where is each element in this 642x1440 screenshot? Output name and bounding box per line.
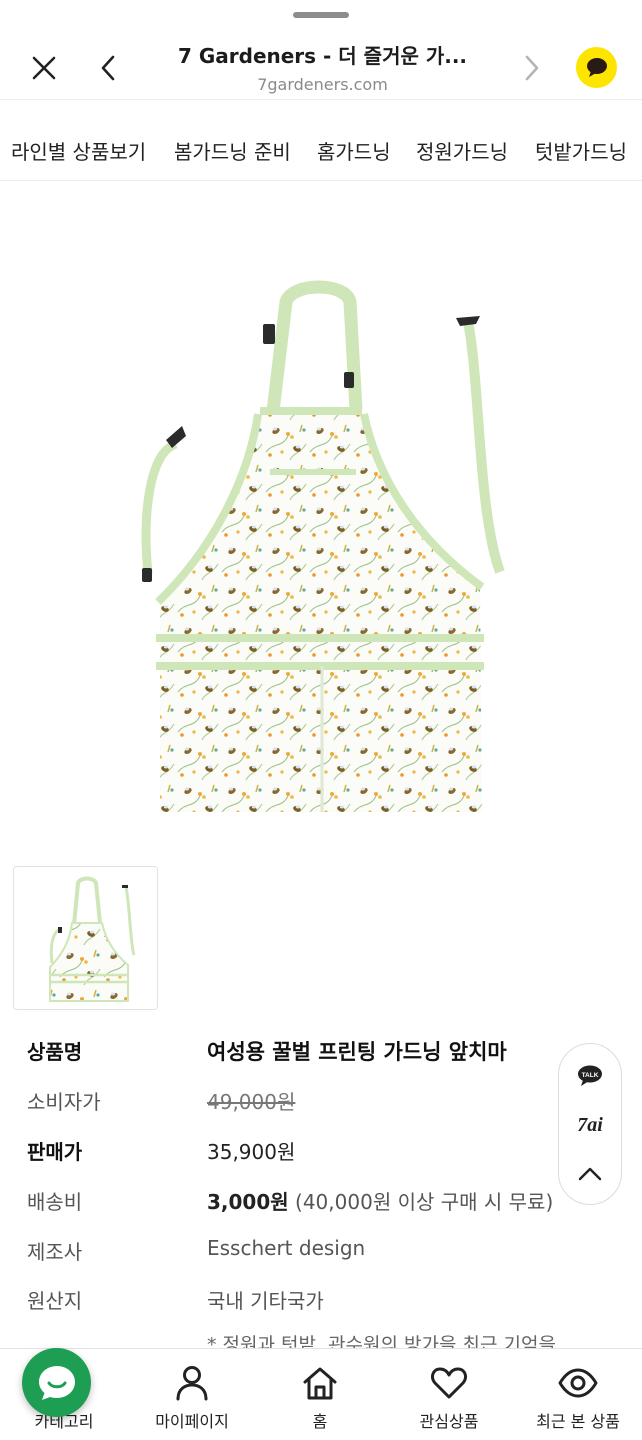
talk-button[interactable]: TALK <box>559 1056 621 1096</box>
consumer-price-value: 49,000원 <box>207 1090 296 1114</box>
ai-button[interactable]: 7ai <box>559 1105 621 1145</box>
consumer-price-row: 소비자가 49,000원 <box>27 1086 627 1126</box>
tab-mypage-label: 마이페이지 <box>155 1412 229 1431</box>
chevron-left-icon <box>101 55 115 81</box>
tab-wishlist[interactable]: 관심상품 <box>384 1349 514 1440</box>
floating-menu: TALK 7ai <box>558 1043 622 1205</box>
sale-price-value: 35,900원 <box>207 1140 296 1164</box>
eye-icon <box>558 1368 598 1398</box>
person-icon <box>176 1366 208 1401</box>
forward-button[interactable] <box>512 48 552 88</box>
shipping-row: 배송비 3,000원 (40,000원 이상 구매 시 무료) <box>27 1186 627 1226</box>
category-nav-item[interactable]: 봄가드닝 준비 <box>174 136 291 165</box>
ai-label: 7ai <box>577 1113 603 1136</box>
talk-icon: TALK <box>578 1065 602 1086</box>
shipping-fee: 3,000원 <box>207 1190 289 1214</box>
tab-wishlist-label: 관심상품 <box>419 1412 479 1431</box>
kakao-button[interactable] <box>576 47 617 88</box>
category-nav: 라인별 상품보기 봄가드닝 준비 홈가드닝 정원가드닝 텃밭가드닝 <box>0 101 642 181</box>
tab-home[interactable]: 홈 <box>256 1349 384 1440</box>
product-main-image[interactable] <box>0 182 642 852</box>
product-thumbnail[interactable] <box>13 866 158 1010</box>
sheet-handle[interactable] <box>293 12 349 18</box>
shipping-value-wrap: 3,000원 (40,000원 이상 구매 시 무료) <box>207 1186 553 1215</box>
origin-value: 국내 기타국가 <box>207 1289 324 1313</box>
kakao-chat-icon <box>586 57 607 77</box>
chevron-right-icon <box>525 55 539 81</box>
maker-value: Esschert design <box>207 1236 366 1260</box>
product-name-row: 상품명 여성용 꿀벌 프린팅 가드닝 앞치마 <box>27 1036 627 1076</box>
tab-mypage[interactable]: 마이페이지 <box>128 1349 256 1440</box>
shipping-label: 배송비 <box>27 1190 83 1214</box>
category-nav-item[interactable]: 홈가드닝 <box>317 136 391 165</box>
page-url: 7gardeners.com <box>257 75 388 94</box>
chat-bubble-icon <box>38 1365 75 1400</box>
tab-recent-label: 최근 본 상품 <box>536 1412 620 1431</box>
heart-icon <box>431 1367 467 1399</box>
maker-label: 제조사 <box>27 1240 83 1264</box>
origin-row: 원산지 국내 기타국가 <box>27 1285 627 1325</box>
consumer-price-label: 소비자가 <box>27 1090 101 1114</box>
chevron-up-icon <box>578 1167 602 1181</box>
origin-label: 원산지 <box>27 1289 83 1313</box>
close-button[interactable] <box>24 48 64 88</box>
browser-topbar: 7 Gardeners - 더 즐거운 가... 7gardeners.com <box>0 28 642 100</box>
shipping-condition: (40,000원 이상 구매 시 무료) <box>288 1190 554 1214</box>
tab-home-label: 홈 <box>312 1412 328 1431</box>
maker-row: 제조사 Esschert design <box>27 1236 627 1276</box>
chat-fab[interactable] <box>22 1348 91 1417</box>
product-name-value: 여성용 꿀벌 프린팅 가드닝 앞치마 <box>207 1040 507 1064</box>
home-icon <box>303 1367 337 1400</box>
close-icon <box>32 56 56 80</box>
tab-recent[interactable]: 최근 본 상품 <box>514 1349 642 1440</box>
title-block: 7 Gardeners - 더 즐거운 가... 7gardeners.com <box>150 40 495 94</box>
page-title: 7 Gardeners - 더 즐거운 가... <box>177 44 468 68</box>
sale-price-row: 판매가 35,900원 <box>27 1136 627 1176</box>
product-name-label: 상품명 <box>27 1040 83 1064</box>
scroll-top-button[interactable] <box>559 1154 621 1194</box>
bottom-nav: 카테고리 마이페이지 홈 관심상품 최근 본 상품 <box>0 1348 642 1440</box>
category-nav-item[interactable]: 텃밭가드닝 <box>535 136 627 165</box>
talk-label: TALK <box>582 1072 599 1079</box>
category-nav-item[interactable]: 라인별 상품보기 <box>11 136 146 165</box>
category-nav-item[interactable]: 정원가드닝 <box>416 136 508 165</box>
back-button[interactable] <box>88 48 128 88</box>
sale-price-label: 판매가 <box>27 1140 83 1164</box>
